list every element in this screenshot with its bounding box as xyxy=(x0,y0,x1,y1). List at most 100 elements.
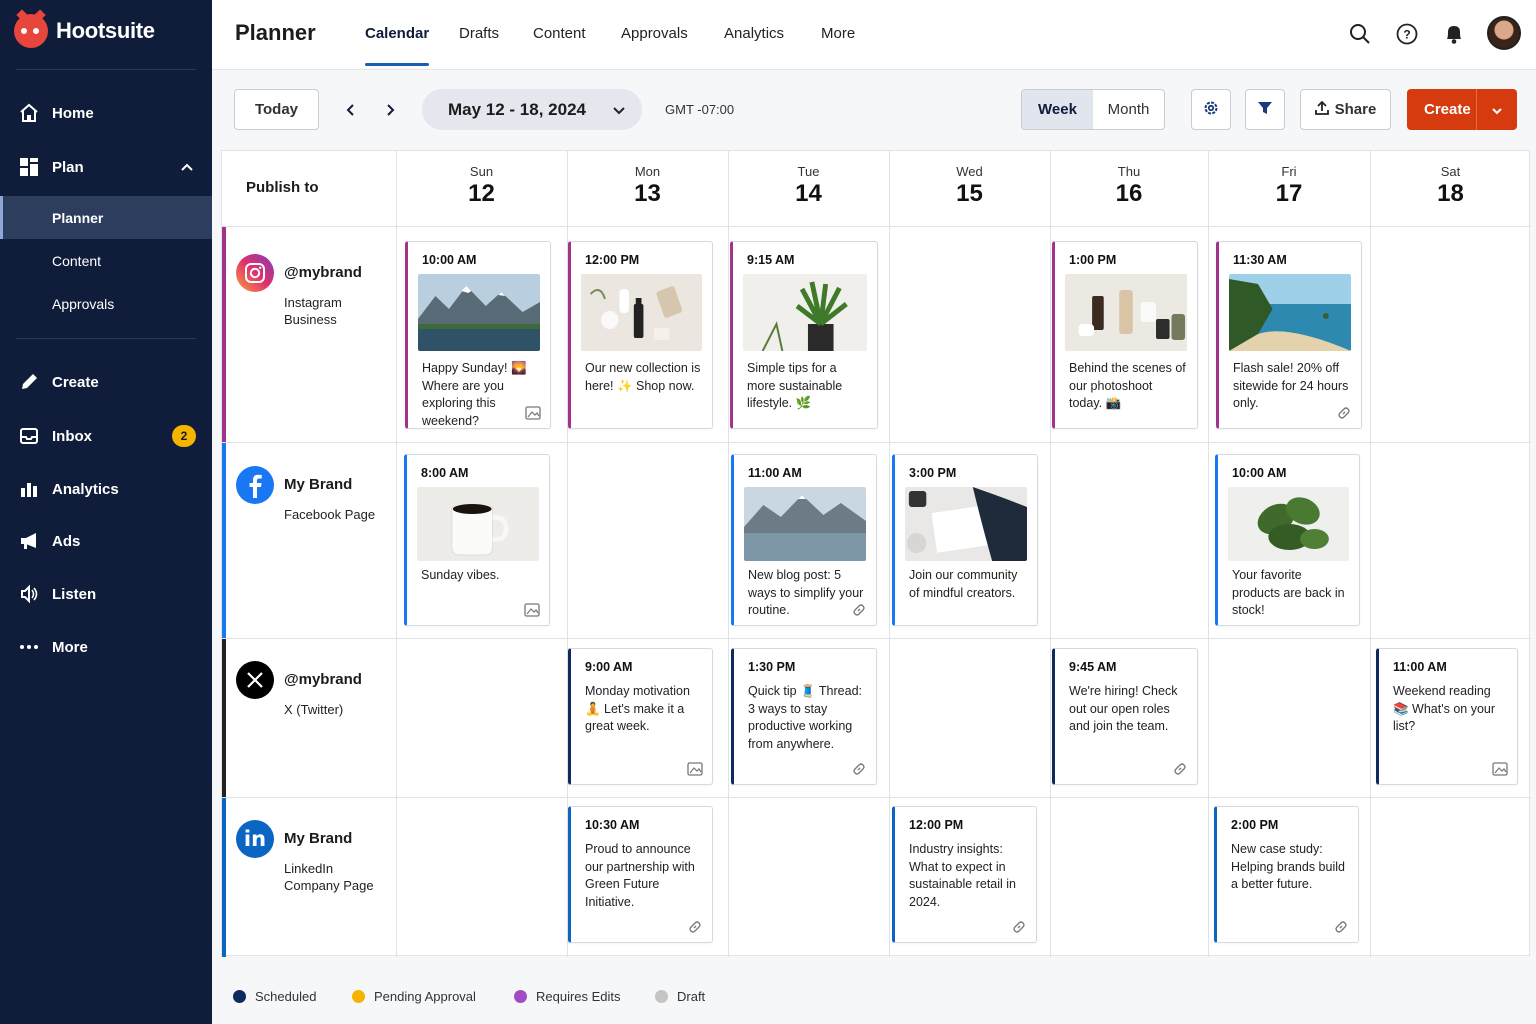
day-name: Sat xyxy=(1440,164,1461,179)
tab-drafts[interactable]: Drafts xyxy=(459,25,499,42)
post-time: 12:00 PM xyxy=(909,818,964,832)
filter-button[interactable] xyxy=(1245,89,1285,130)
grid-line xyxy=(1050,151,1051,957)
today-button[interactable]: Today xyxy=(234,89,319,130)
post-card[interactable]: 8:00 AM Sunday vibes. xyxy=(404,454,550,626)
post-text: Weekend reading 📚 What's on your list? xyxy=(1393,684,1496,734)
post-card[interactable]: 1:30 PM Quick tip 🧵 Thread: 3 ways to st… xyxy=(731,648,877,785)
megaphone-icon xyxy=(18,530,40,552)
day-name: Tue xyxy=(797,164,820,179)
post-card[interactable]: 2:00 PM New case study: Helping brands b… xyxy=(1214,806,1359,943)
post-card[interactable]: 12:00 PM Our new collection is here! ✨ S… xyxy=(568,241,713,429)
post-text: Our new collection is here! ✨ Shop now. xyxy=(585,361,701,393)
post-card[interactable]: 11:00 AM New blog post: 5 ways to simpli… xyxy=(731,454,877,626)
sidebar-subitem-planner[interactable]: Planner xyxy=(0,196,212,239)
chevron-up-icon[interactable] xyxy=(180,160,194,178)
share-button[interactable]: Share xyxy=(1300,89,1391,130)
post-card[interactable]: 12:00 PM Industry insights: What to expe… xyxy=(892,806,1037,943)
legend-item-draft: Draft xyxy=(655,989,705,1004)
post-card[interactable]: 11:30 AM Flash sale! 20% off sitewide fo… xyxy=(1216,241,1362,429)
link-icon xyxy=(851,602,867,618)
post-card[interactable]: 1:00 PM Behind the scenes of our photosh… xyxy=(1052,241,1198,429)
post-card[interactable]: 10:00 AM Your favorite products are back… xyxy=(1215,454,1360,626)
sidebar-item-label: More xyxy=(52,638,88,656)
grid-line xyxy=(889,151,890,957)
tab-more[interactable]: More xyxy=(821,25,855,42)
sidebar-item-more[interactable]: More xyxy=(0,625,212,669)
day-header-mon: Mon 13 xyxy=(567,164,728,208)
week-view-button[interactable]: Week xyxy=(1022,90,1093,129)
sidebar-item-label: Inbox xyxy=(52,427,92,445)
share-upload-icon xyxy=(1314,100,1329,119)
legend-item-pending-approval: Pending Approval xyxy=(352,989,476,1004)
day-name: Thu xyxy=(1117,164,1141,179)
tab-approvals[interactable]: Approvals xyxy=(621,25,688,42)
post-time: 3:00 PM xyxy=(909,466,957,480)
account-name: My Brand xyxy=(284,830,353,847)
date-range-picker[interactable]: May 12 - 18, 2024 xyxy=(422,89,642,130)
post-time: 11:30 AM xyxy=(1233,253,1287,267)
tab-calendar[interactable]: Calendar xyxy=(365,25,430,66)
post-text: Flash sale! 20% off sitewide for 24 hour… xyxy=(1233,361,1349,411)
sidebar-item-home[interactable]: Home xyxy=(0,91,212,135)
sidebar-subitem-label: Content xyxy=(52,252,102,269)
listen-icon xyxy=(18,583,40,605)
sidebar-divider xyxy=(16,338,196,339)
home-icon xyxy=(18,102,40,124)
hootsuite-logo[interactable]: Hootsuite xyxy=(14,9,155,48)
search-icon[interactable] xyxy=(1347,21,1373,47)
account-type: LinkedIn Company Page xyxy=(284,861,374,893)
row-accent-linkedin xyxy=(222,798,226,957)
app-name: Hootsuite xyxy=(56,18,155,43)
post-text: Quick tip 🧵 Thread: 3 ways to stay produ… xyxy=(748,684,862,751)
legend-label: Requires Edits xyxy=(536,989,621,1004)
post-card[interactable]: 9:15 AM Simple tips for a more sustainab… xyxy=(730,241,878,429)
owl-logo-icon xyxy=(14,9,48,48)
sidebar-item-plan[interactable]: Plan xyxy=(0,145,212,189)
chevron-left-icon[interactable] xyxy=(339,98,363,122)
grid-line xyxy=(396,151,397,957)
post-card[interactable]: 11:00 AM Weekend reading 📚 What's on you… xyxy=(1376,648,1518,785)
sidebar-item-create[interactable]: Create xyxy=(0,360,212,404)
sidebar-item-label: Listen xyxy=(52,585,97,603)
sidebar-subitem-approvals[interactable]: Approvals xyxy=(0,282,212,325)
help-icon[interactable]: ? xyxy=(1394,21,1420,47)
inbox-icon xyxy=(18,425,40,447)
post-time: 11:00 AM xyxy=(748,466,802,480)
post-text: Join our community of mindful creators. xyxy=(909,568,1018,600)
post-card[interactable]: 9:45 AM We're hiring! Check out our open… xyxy=(1052,648,1198,785)
legend-dot xyxy=(352,990,365,1003)
user-avatar[interactable] xyxy=(1487,16,1521,50)
link-icon xyxy=(1336,405,1352,421)
image-icon xyxy=(524,602,540,618)
tab-analytics[interactable]: Analytics xyxy=(724,25,784,42)
post-text: Your favorite products are back in stock… xyxy=(1232,568,1345,618)
bar-chart-icon xyxy=(18,478,40,500)
month-view-button[interactable]: Month xyxy=(1093,90,1164,129)
instagram-icon xyxy=(236,254,274,292)
create-button[interactable]: Create xyxy=(1407,89,1517,130)
timezone-label: GMT -07:00 xyxy=(665,102,735,117)
sidebar-item-analytics[interactable]: Analytics xyxy=(0,467,212,511)
post-text: New case study: Helping brands build a b… xyxy=(1231,842,1345,892)
sidebar-item-inbox[interactable]: Inbox 2 xyxy=(0,414,212,458)
post-card[interactable]: 10:30 AM Proud to announce our partnersh… xyxy=(568,806,713,943)
sidebar-subitem-content[interactable]: Content xyxy=(0,239,212,282)
sidebar-item-label: Ads xyxy=(52,532,81,550)
grid-line xyxy=(222,797,1531,798)
post-card[interactable]: 10:00 AM Happy Sunday! 🌄 Where are you e… xyxy=(405,241,551,429)
sidebar-item-ads[interactable]: Ads xyxy=(0,519,212,563)
settings-button[interactable] xyxy=(1191,89,1231,130)
post-card[interactable]: 3:00 PM Join our community of mindful cr… xyxy=(892,454,1038,626)
grid-line xyxy=(222,226,1531,227)
notification-bell-icon[interactable] xyxy=(1441,21,1467,47)
chevron-right-icon[interactable] xyxy=(378,98,402,122)
sidebar-item-listen[interactable]: Listen xyxy=(0,572,212,616)
day-name: Mon xyxy=(634,164,661,179)
share-label: Share xyxy=(1334,101,1377,118)
account-type: X (Twitter) xyxy=(284,702,344,717)
tab-content[interactable]: Content xyxy=(533,25,586,42)
post-card[interactable]: 9:00 AM Monday motivation 🧘 Let's make i… xyxy=(568,648,713,785)
day-date: 15 xyxy=(956,180,983,207)
chevron-down-icon[interactable] xyxy=(1491,104,1503,121)
